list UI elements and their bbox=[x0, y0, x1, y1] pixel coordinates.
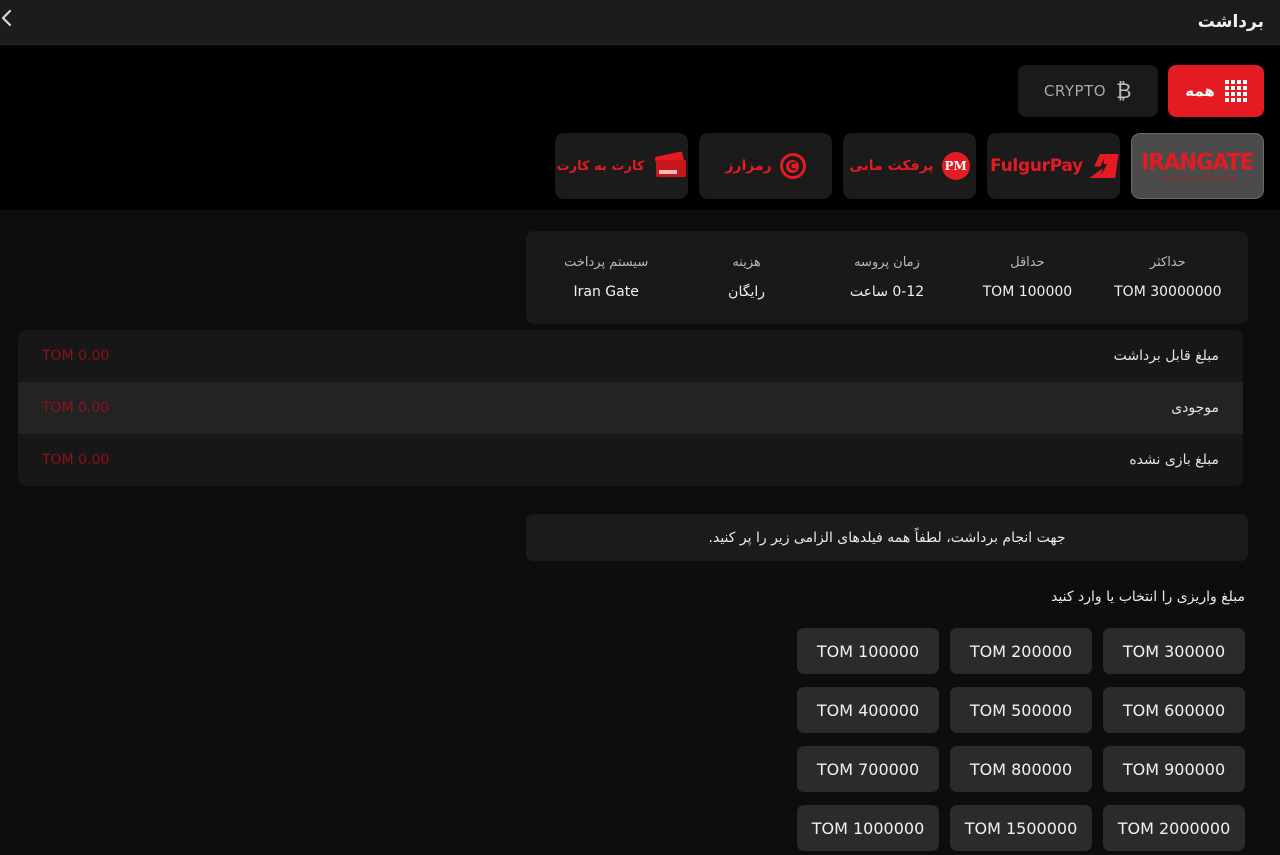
provider-tab-row: IRANGATE بهترین درگاه پرداخت ایران Fulgu… bbox=[555, 133, 1264, 199]
info-column-max: حداکثر TOM 30000000 bbox=[1098, 255, 1238, 300]
crypto-icon: C bbox=[780, 153, 806, 179]
balance-label-unplayed: مبلغ بازی نشده bbox=[1129, 452, 1219, 468]
info-value-fee: رایگان bbox=[728, 284, 765, 300]
info-head-fee: هزینه bbox=[732, 255, 761, 270]
irangate-logo-sub: بهترین درگاه پرداخت ایران bbox=[1159, 174, 1237, 181]
info-column-fee: هزینه رایگان bbox=[676, 255, 816, 300]
fulgurpay-icon bbox=[1091, 154, 1117, 178]
balance-label-withdrawable: مبلغ قابل برداشت bbox=[1114, 348, 1219, 364]
amount-option-button[interactable]: TOM 500000 bbox=[950, 687, 1092, 733]
perfect-money-icon: PM bbox=[942, 152, 970, 180]
irangate-logo-main: IRANGATE bbox=[1142, 151, 1254, 173]
balance-row-balance: موجودی TOM 0.00 bbox=[18, 382, 1243, 434]
amount-option-button[interactable]: TOM 800000 bbox=[950, 746, 1092, 792]
balance-value-balance: TOM 0.00 bbox=[42, 400, 109, 416]
balance-row-unplayed: مبلغ بازی نشده TOM 0.00 bbox=[18, 434, 1243, 486]
balance-value-withdrawable: TOM 0.00 bbox=[42, 348, 109, 364]
balance-row-withdrawable: مبلغ قابل برداشت TOM 0.00 bbox=[18, 330, 1243, 382]
info-value-min: TOM 100000 bbox=[983, 284, 1073, 300]
amount-option-button[interactable]: TOM 200000 bbox=[950, 628, 1092, 674]
balance-value-unplayed: TOM 0.00 bbox=[42, 452, 109, 468]
provider-label-perfect-money: پرفکت مانی bbox=[849, 158, 933, 174]
filter-crypto-button[interactable]: ₿ CRYPTO bbox=[1018, 65, 1158, 117]
page-title: برداشت bbox=[1198, 12, 1264, 32]
info-head-payment-system: سیستم پرداخت bbox=[564, 255, 648, 270]
required-fields-notice: جهت انجام برداشت، لطفاً همه فیلدهای الزا… bbox=[526, 514, 1248, 561]
bitcoin-icon: ₿ bbox=[1116, 81, 1132, 102]
provider-tab-card-to-card[interactable]: کارت به کارت bbox=[555, 133, 688, 199]
info-column-min: حداقل TOM 100000 bbox=[957, 255, 1097, 300]
amount-option-button[interactable]: TOM 1500000 bbox=[950, 805, 1092, 851]
info-value-process-time: 0-12 ساعت bbox=[850, 284, 924, 300]
irangate-logo: IRANGATE بهترین درگاه پرداخت ایران bbox=[1142, 152, 1254, 181]
info-value-max: TOM 30000000 bbox=[1114, 284, 1221, 300]
right-gutter bbox=[1262, 210, 1280, 855]
provider-tab-fulgurpay[interactable]: FulgurPay bbox=[987, 133, 1120, 199]
page-header: برداشت bbox=[0, 0, 1280, 45]
amount-option-button[interactable]: TOM 700000 bbox=[797, 746, 939, 792]
category-filter-row: همه ₿ CRYPTO bbox=[1018, 65, 1264, 117]
amount-option-button[interactable]: TOM 600000 bbox=[1103, 687, 1245, 733]
filter-all-button[interactable]: همه bbox=[1168, 65, 1264, 117]
payment-info-table: حداکثر TOM 30000000 حداقل TOM 100000 زما… bbox=[526, 231, 1248, 324]
provider-tab-perfect-money[interactable]: PM پرفکت مانی bbox=[843, 133, 976, 199]
filters-and-providers-band: همه ₿ CRYPTO IRANGATE بهترین درگاه پرداخ… bbox=[0, 45, 1280, 210]
amount-option-button[interactable]: TOM 900000 bbox=[1103, 746, 1245, 792]
balance-label-balance: موجودی bbox=[1171, 400, 1219, 416]
filter-all-label: همه bbox=[1185, 82, 1215, 100]
amount-option-button[interactable]: TOM 100000 bbox=[797, 628, 939, 674]
amount-option-button[interactable]: TOM 400000 bbox=[797, 687, 939, 733]
card-to-card-icon bbox=[652, 154, 686, 178]
amount-section-label: مبلغ واریزی را انتخاب یا وارد کنید bbox=[1051, 589, 1245, 605]
amount-options-grid: TOM 300000 TOM 200000 TOM 100000 TOM 600… bbox=[799, 628, 1245, 851]
provider-label-card-to-card: کارت به کارت bbox=[557, 159, 645, 174]
provider-tab-irangate[interactable]: IRANGATE بهترین درگاه پرداخت ایران bbox=[1131, 133, 1264, 199]
amount-option-button[interactable]: TOM 2000000 bbox=[1103, 805, 1245, 851]
chevron-left-icon[interactable] bbox=[0, 5, 20, 31]
info-head-min: حداقل bbox=[1010, 255, 1045, 270]
amount-option-button[interactable]: TOM 300000 bbox=[1103, 628, 1245, 674]
balance-panel: مبلغ قابل برداشت TOM 0.00 موجودی TOM 0.0… bbox=[18, 330, 1243, 486]
provider-label-crypto: رمزارز bbox=[725, 158, 771, 174]
info-column-process-time: زمان پروسه 0-12 ساعت bbox=[817, 255, 957, 300]
provider-tab-crypto[interactable]: C رمزارز bbox=[699, 133, 832, 199]
provider-label-fulgurpay: FulgurPay bbox=[990, 156, 1083, 176]
amount-option-button[interactable]: TOM 1000000 bbox=[797, 805, 939, 851]
filter-crypto-label: CRYPTO bbox=[1044, 82, 1106, 100]
info-head-process-time: زمان پروسه bbox=[854, 255, 920, 270]
info-head-max: حداکثر bbox=[1150, 255, 1186, 270]
grid-icon bbox=[1225, 80, 1247, 102]
info-column-payment-system: سیستم پرداخت Iran Gate bbox=[536, 255, 676, 300]
info-value-payment-system: Iran Gate bbox=[574, 284, 639, 300]
